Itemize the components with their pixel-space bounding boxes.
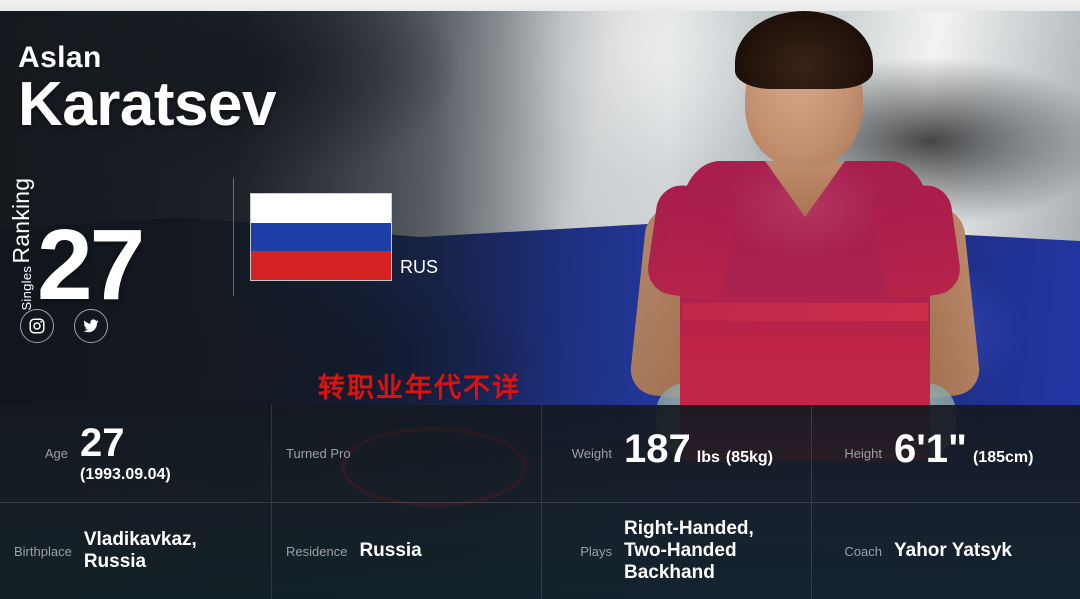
flag-stripe-red bbox=[251, 251, 391, 281]
stat-cell-birthplace: Birthplace Vladikavkaz, Russia bbox=[0, 503, 272, 599]
ranking-flag-divider bbox=[233, 178, 234, 296]
ranking-value: 27 bbox=[37, 208, 145, 321]
stat-cell-plays: Plays Right-Handed, Two-Handed Backhand bbox=[542, 503, 812, 599]
instagram-icon[interactable] bbox=[20, 309, 54, 343]
stat-value-turned-pro bbox=[363, 434, 483, 474]
player-profile-page: Aslan Karatsev Singles Ranking 27 RUS 转职… bbox=[0, 0, 1080, 599]
player-name-block: Aslan Karatsev bbox=[18, 41, 276, 139]
stat-value-height: 6'1" (185cm) bbox=[894, 429, 1033, 478]
stat-value-age: 27 (1993.09.04) bbox=[80, 423, 171, 485]
weight-metric: (85kg) bbox=[725, 449, 773, 466]
stat-value-birthplace: Vladikavkaz, Russia bbox=[83, 529, 197, 572]
social-links bbox=[20, 309, 108, 343]
player-last-name: Karatsev bbox=[18, 70, 276, 139]
stat-value-plays: Right-Handed, Two-Handed Backhand bbox=[624, 518, 754, 583]
ranking-label-singles: Singles bbox=[19, 265, 34, 311]
ranking-label: Singles Ranking bbox=[8, 176, 34, 311]
flag-stripe-white bbox=[251, 194, 391, 223]
singles-ranking-block: Singles Ranking 27 bbox=[8, 176, 145, 321]
stat-label-height: Height bbox=[844, 446, 882, 461]
stat-label-plays: Plays bbox=[580, 543, 612, 559]
stat-value-residence: Russia bbox=[359, 540, 422, 561]
stat-label-weight: Weight bbox=[571, 446, 612, 461]
stat-label-turned-pro: Turned Pro bbox=[286, 446, 351, 461]
stat-cell-coach: Coach Yahor Yatsyk bbox=[812, 503, 1080, 599]
stat-cell-age: Age 27 (1993.09.04) bbox=[0, 405, 272, 503]
player-stats-grid: Age 27 (1993.09.04) Turned Pro Weight 18… bbox=[0, 405, 1080, 599]
russia-flag-icon bbox=[250, 193, 392, 281]
height-number: 6'1" bbox=[894, 427, 967, 471]
ranking-label-ranking: Ranking bbox=[8, 178, 34, 264]
stat-label-coach: Coach bbox=[844, 543, 882, 559]
country-code-label: RUS bbox=[400, 257, 439, 277]
height-metric: (185cm) bbox=[972, 449, 1034, 466]
age-birthdate: (1993.09.04) bbox=[80, 465, 171, 483]
stat-label-residence: Residence bbox=[286, 543, 348, 559]
country-flag-block: RUS bbox=[250, 193, 438, 281]
weight-number: 187 bbox=[624, 427, 691, 471]
stat-value-coach: Yahor Yatsyk bbox=[894, 540, 1012, 561]
page-top-strip bbox=[0, 0, 1080, 11]
stat-cell-weight: Weight 187 lbs (85kg) bbox=[542, 405, 812, 503]
twitter-icon[interactable] bbox=[74, 309, 108, 343]
stat-cell-height: Height 6'1" (185cm) bbox=[812, 405, 1080, 503]
stat-label-age: Age bbox=[44, 446, 68, 461]
stat-value-weight: 187 lbs (85kg) bbox=[624, 429, 773, 478]
stat-cell-residence: Residence Russia bbox=[272, 503, 542, 599]
age-number: 27 bbox=[80, 420, 125, 465]
chinese-annotation-text: 转职业年代不详 bbox=[318, 373, 521, 404]
stat-label-birthplace: Birthplace bbox=[14, 543, 72, 559]
flag-stripe-blue bbox=[251, 222, 391, 252]
stat-cell-turned-pro: Turned Pro bbox=[272, 405, 542, 503]
weight-unit: lbs bbox=[696, 449, 720, 466]
